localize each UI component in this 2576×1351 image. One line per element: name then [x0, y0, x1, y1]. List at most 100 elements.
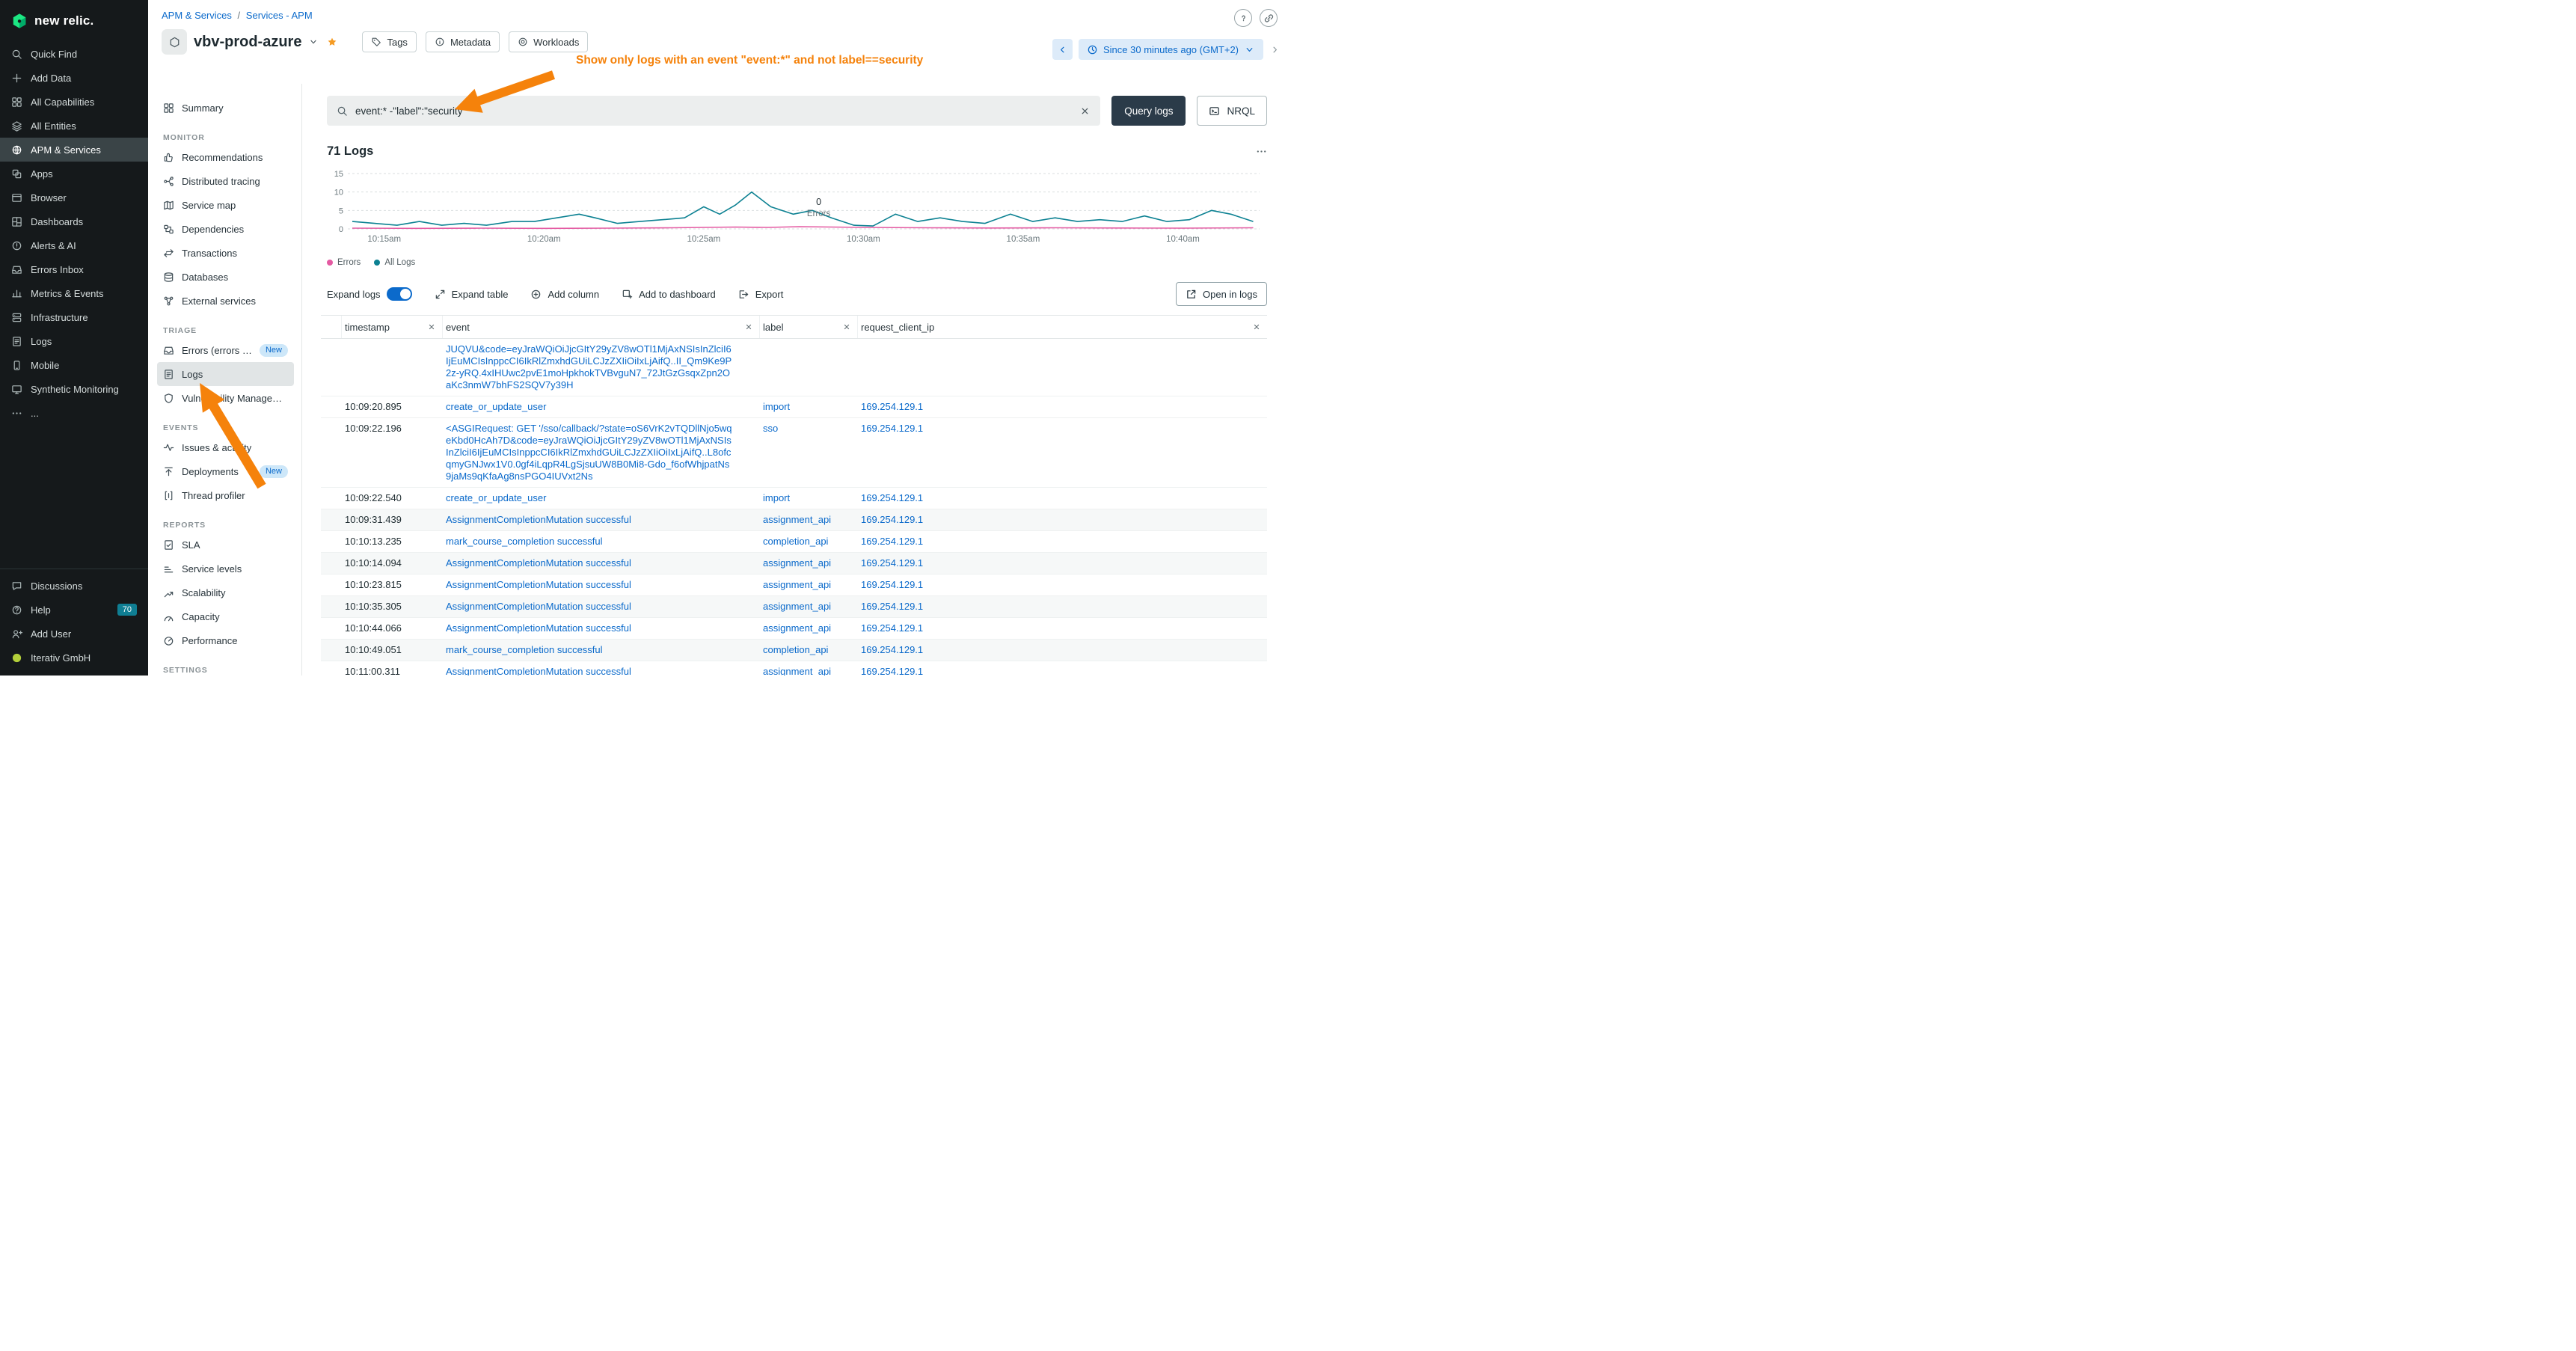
legend-item-errors[interactable]: Errors	[327, 258, 361, 267]
label-link[interactable]: assignment_api	[763, 622, 831, 634]
table-row[interactable]: 10:09:22.540create_or_update_userimport1…	[321, 488, 1267, 509]
table-row[interactable]: 10:10:23.815AssignmentCompletionMutation…	[321, 575, 1267, 596]
ip-link[interactable]: 169.254.129.1	[861, 492, 923, 503]
sidebar-item-more[interactable]: ...	[0, 401, 148, 425]
sidebar-item-synthetic-monitoring[interactable]: Synthetic Monitoring	[0, 377, 148, 401]
newrelic-logo[interactable]: new relic.	[0, 0, 148, 42]
table-row[interactable]: 10:10:35.305AssignmentCompletionMutation…	[321, 596, 1267, 618]
ip-link[interactable]: 169.254.129.1	[861, 579, 923, 590]
column-header-event[interactable]: event	[443, 316, 760, 338]
expand-table-button[interactable]: Expand table	[435, 289, 509, 300]
sidebar-footer-account[interactable]: Iterativ GmbH	[0, 646, 148, 670]
sidebar-footer-discussions[interactable]: Discussions	[0, 574, 148, 598]
column-header-timestamp[interactable]: timestamp	[342, 316, 443, 338]
time-back-button[interactable]	[1052, 39, 1073, 60]
logs-query-input[interactable]: event:* -"label":"security"	[355, 105, 1072, 117]
entity-nav-item-errors-errors-inb[interactable]: Errors (errors inb...New	[157, 338, 294, 362]
favorite-star-icon[interactable]	[327, 37, 337, 47]
table-row[interactable]: 10:10:13.235mark_course_completion succe…	[321, 531, 1267, 553]
entity-nav-item-external-services[interactable]: External services	[157, 289, 294, 313]
label-link[interactable]: import	[763, 401, 790, 412]
event-link[interactable]: AssignmentCompletionMutation successful	[446, 579, 754, 591]
event-link[interactable]: AssignmentCompletionMutation successful	[446, 601, 754, 613]
entity-nav-item-distributed-tracing[interactable]: Distributed tracing	[157, 169, 294, 193]
label-link[interactable]: assignment_api	[763, 557, 831, 569]
sidebar-item-dashboards[interactable]: Dashboards	[0, 209, 148, 233]
entity-nav-item-thread-profiler[interactable]: Thread profiler	[157, 483, 294, 507]
entity-nav-item-vulnerability-management[interactable]: Vulnerability Management	[157, 386, 294, 410]
sidebar-item-alerts-ai[interactable]: Alerts & AI	[0, 233, 148, 257]
table-row[interactable]: 10:10:49.051mark_course_completion succe…	[321, 640, 1267, 661]
entity-nav-item-performance[interactable]: Performance	[157, 628, 294, 652]
expand-logs-toggle[interactable]	[387, 287, 412, 301]
entity-nav-item-recommendations[interactable]: Recommendations	[157, 145, 294, 169]
ip-link[interactable]: 169.254.129.1	[861, 536, 923, 547]
entity-nav-item-summary[interactable]: Summary	[157, 96, 294, 120]
sidebar-item-metrics-events[interactable]: Metrics & Events	[0, 281, 148, 305]
remove-column-icon[interactable]	[744, 322, 753, 331]
ip-link[interactable]: 169.254.129.1	[861, 601, 923, 612]
remove-column-icon[interactable]	[427, 322, 436, 331]
select-all-cell[interactable]	[321, 316, 342, 338]
table-row[interactable]: 10:10:44.066AssignmentCompletionMutation…	[321, 618, 1267, 640]
ip-link[interactable]: 169.254.129.1	[861, 423, 923, 434]
label-link[interactable]: sso	[763, 423, 778, 434]
remove-column-icon[interactable]	[1252, 322, 1261, 331]
event-link[interactable]: <ASGIRequest: GET '/sso/callback/?state=…	[446, 423, 754, 482]
label-link[interactable]: assignment_api	[763, 579, 831, 590]
tags-button[interactable]: Tags	[362, 31, 416, 52]
table-row[interactable]: 10:09:20.895create_or_update_userimport1…	[321, 396, 1267, 418]
ip-link[interactable]: 169.254.129.1	[861, 514, 923, 525]
ip-link[interactable]: 169.254.129.1	[861, 644, 923, 655]
table-row[interactable]: 10:09:22.196<ASGIRequest: GET '/sso/call…	[321, 418, 1267, 488]
time-forward-button[interactable]	[1269, 44, 1281, 55]
breadcrumb-link-services-apm[interactable]: Services - APM	[246, 10, 313, 21]
chart-options-button[interactable]	[1256, 146, 1267, 157]
label-link[interactable]: assignment_api	[763, 514, 831, 525]
entity-nav-item-dependencies[interactable]: Dependencies	[157, 217, 294, 241]
workloads-button[interactable]: Workloads	[509, 31, 588, 52]
help-circle-button[interactable]	[1234, 9, 1252, 27]
table-row[interactable]: 10:09:31.439AssignmentCompletionMutation…	[321, 509, 1267, 531]
table-row[interactable]: 10:10:14.094AssignmentCompletionMutation…	[321, 553, 1267, 575]
remove-column-icon[interactable]	[842, 322, 851, 331]
ip-link[interactable]: 169.254.129.1	[861, 666, 923, 676]
sidebar-item-apps[interactable]: Apps	[0, 162, 148, 186]
sidebar-item-add-data[interactable]: Add Data	[0, 66, 148, 90]
export-button[interactable]: Export	[738, 289, 784, 300]
sidebar-item-quick-find[interactable]: Quick Find	[0, 42, 148, 66]
permalink-button[interactable]	[1260, 9, 1278, 27]
event-link[interactable]: create_or_update_user	[446, 492, 754, 504]
sidebar-item-all-entities[interactable]: All Entities	[0, 114, 148, 138]
sidebar-item-browser[interactable]: Browser	[0, 186, 148, 209]
entity-nav-item-capacity[interactable]: Capacity	[157, 604, 294, 628]
entity-nav-item-service-levels[interactable]: Service levels	[157, 557, 294, 580]
sidebar-footer-help[interactable]: Help70	[0, 598, 148, 622]
table-row[interactable]: JUQVU&code=eyJraWQiOiJjcGItY29yZV8wOTl1M…	[321, 339, 1267, 396]
sidebar-item-infrastructure[interactable]: Infrastructure	[0, 305, 148, 329]
event-link[interactable]: create_or_update_user	[446, 401, 754, 413]
sidebar-item-logs[interactable]: Logs	[0, 329, 148, 353]
label-link[interactable]: assignment_api	[763, 601, 831, 612]
entity-nav-item-deployments[interactable]: DeploymentsNew	[157, 459, 294, 483]
metadata-button[interactable]: Metadata	[426, 31, 500, 52]
logs-query-bar[interactable]: event:* -"label":"security"	[327, 96, 1100, 126]
sidebar-item-all-capabilities[interactable]: All Capabilities	[0, 90, 148, 114]
ip-link[interactable]: 169.254.129.1	[861, 622, 923, 634]
add-column-button[interactable]: Add column	[530, 289, 599, 300]
event-link[interactable]: AssignmentCompletionMutation successful	[446, 622, 754, 634]
label-link[interactable]: import	[763, 492, 790, 503]
event-link[interactable]: AssignmentCompletionMutation successful	[446, 514, 754, 526]
table-row[interactable]: 10:11:00.311AssignmentCompletionMutation…	[321, 661, 1267, 676]
entity-nav-item-service-map[interactable]: Service map	[157, 193, 294, 217]
event-link[interactable]: AssignmentCompletionMutation successful	[446, 666, 754, 676]
label-link[interactable]: completion_api	[763, 536, 828, 547]
ip-link[interactable]: 169.254.129.1	[861, 557, 923, 569]
add-to-dashboard-button[interactable]: Add to dashboard	[622, 289, 716, 300]
label-link[interactable]: assignment_api	[763, 666, 831, 676]
open-in-logs-button[interactable]: Open in logs	[1176, 282, 1267, 306]
sidebar-item-mobile[interactable]: Mobile	[0, 353, 148, 377]
entity-nav-item-logs[interactable]: Logs	[157, 362, 294, 386]
column-header-label[interactable]: label	[760, 316, 858, 338]
event-link[interactable]: AssignmentCompletionMutation successful	[446, 557, 754, 569]
